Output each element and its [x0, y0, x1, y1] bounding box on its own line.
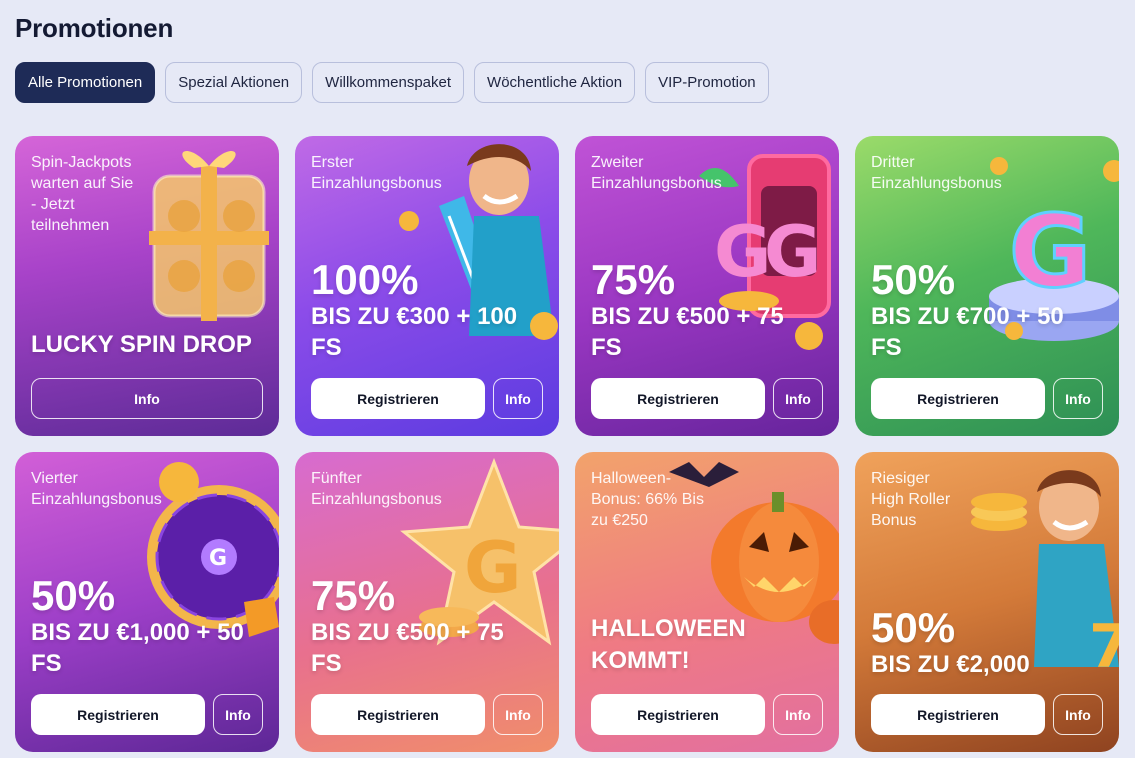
promo-card-second-deposit: G G Zweiter Einzahlungsbonus 75% BIS ZU … — [575, 136, 839, 436]
register-button[interactable]: Registrieren — [871, 378, 1045, 419]
promo-headline: 100% BIS ZU €300 + 100 FS — [311, 259, 551, 363]
tab-willkommenspaket[interactable]: Willkommenspaket — [312, 62, 465, 103]
promo-amount: BIS ZU €500 + 75 FS — [591, 303, 784, 361]
promotion-tabs: Alle Promotionen Spezial Aktionen Willko… — [15, 62, 769, 103]
promo-headline: LUCKY SPIN DROP — [31, 331, 252, 358]
register-button[interactable]: Registrieren — [871, 694, 1045, 735]
promo-percentage: 75% — [311, 572, 396, 619]
promo-percentage: 100% — [311, 256, 419, 303]
register-button[interactable]: Registrieren — [591, 694, 765, 735]
promo-headline: 50% BIS ZU €700 + 50 FS — [871, 259, 1111, 363]
promo-subtitle: Riesiger High Roller Bonus — [871, 470, 951, 529]
promo-percentage: 50% — [31, 572, 116, 619]
promo-percentage: 75% — [591, 256, 676, 303]
info-button[interactable]: Info — [773, 378, 823, 419]
info-button[interactable]: Info — [493, 694, 543, 735]
promo-headline: 75% BIS ZU €500 + 75 FS — [591, 259, 831, 363]
promo-card-third-deposit: G Dritter Einzahlungsbonus 50% BIS ZU €7… — [855, 136, 1119, 436]
promo-amount: BIS ZU €1,000 + 50 FS — [31, 619, 244, 677]
promo-card-lucky-spin: Spin-Jackpots warten auf Sie - Jetzt tei… — [15, 136, 279, 436]
promo-subtitle: Fünfter Einzahlungsbonus — [311, 470, 442, 508]
info-button[interactable]: Info — [31, 378, 263, 419]
promo-subtitle: Halloween- Bonus: 66% Bis zu €250 — [591, 470, 704, 529]
promo-amount: BIS ZU €700 + 50 FS — [871, 303, 1064, 361]
info-button[interactable]: Info — [1053, 694, 1103, 735]
page-title: Promotionen — [15, 13, 174, 43]
info-button[interactable]: Info — [213, 694, 263, 735]
tab-alle-promotionen[interactable]: Alle Promotionen — [15, 62, 156, 103]
info-button[interactable]: Info — [1053, 378, 1103, 419]
promo-headline: HALLOWEEN KOMMT! — [591, 615, 746, 674]
svg-text:G: G — [209, 546, 227, 571]
tab-spezial-aktionen[interactable]: Spezial Aktionen — [165, 62, 303, 103]
register-button[interactable]: Registrieren — [31, 694, 205, 735]
promo-subtitle: Dritter Einzahlungsbonus — [871, 154, 1002, 192]
promo-card-fourth-deposit: G Vierter Einzahlungsbonus 50% BIS ZU €1… — [15, 452, 279, 752]
promo-percentage: 50% — [871, 256, 956, 303]
register-button[interactable]: Registrieren — [591, 378, 765, 419]
register-button[interactable]: Registrieren — [311, 694, 485, 735]
promo-amount: BIS ZU €500 + 75 FS — [311, 619, 504, 677]
promo-headline: 50% BIS ZU €1,000 + 50 FS — [31, 575, 271, 679]
promo-subtitle: Vierter Einzahlungsbonus — [31, 470, 162, 508]
promo-subtitle: Erster Einzahlungsbonus — [311, 154, 442, 192]
promo-card-fifth-deposit: G Fünfter Einzahlungsbonus 75% BIS ZU €5… — [295, 452, 559, 752]
promo-amount: BIS ZU €300 + 100 FS — [311, 303, 518, 361]
info-button[interactable]: Info — [773, 694, 823, 735]
promo-card-first-deposit: Erster Einzahlungsbonus 100% BIS ZU €300… — [295, 136, 559, 436]
register-button[interactable]: Registrieren — [311, 378, 485, 419]
promo-percentage: 50% — [871, 604, 956, 651]
promo-subtitle: Spin-Jackpots warten auf Sie - Jetzt tei… — [31, 154, 134, 234]
promotions-grid: Spin-Jackpots warten auf Sie - Jetzt tei… — [15, 136, 1119, 752]
tab-vip-promotion[interactable]: VIP-Promotion — [645, 62, 769, 103]
tab-woechentliche-aktion[interactable]: Wöchentliche Aktion — [474, 62, 636, 103]
promo-card-high-roller: 7 Riesiger High Roller Bonus 50% BIS ZU … — [855, 452, 1119, 752]
promo-headline: 75% BIS ZU €500 + 75 FS — [311, 575, 551, 679]
promo-amount: BIS ZU €2,000 — [871, 651, 1030, 678]
promo-card-halloween: Halloween- Bonus: 66% Bis zu €250 HALLOW… — [575, 452, 839, 752]
promo-subtitle: Zweiter Einzahlungsbonus — [591, 154, 722, 192]
info-button[interactable]: Info — [493, 378, 543, 419]
promo-headline: 50% BIS ZU €2,000 — [871, 607, 1111, 680]
